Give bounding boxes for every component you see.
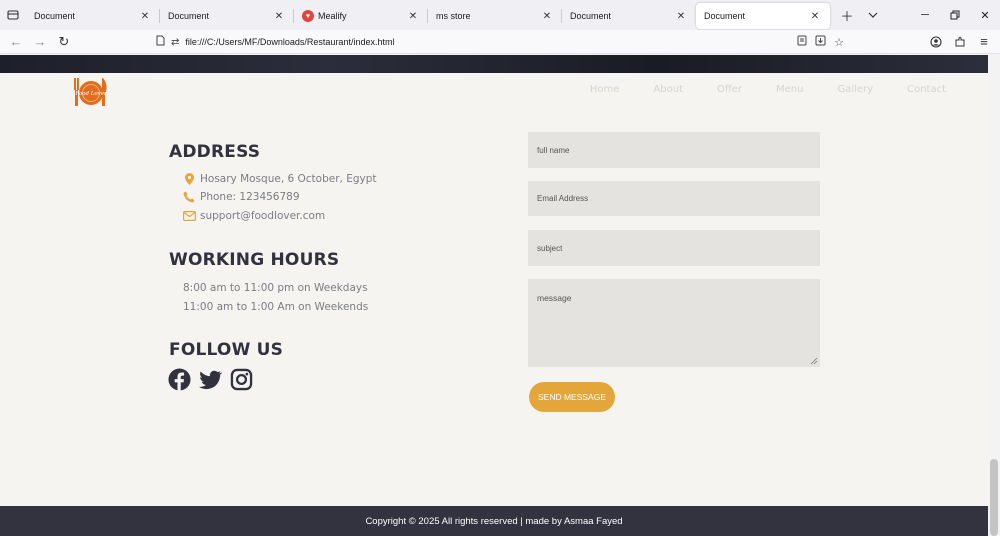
browser-tab[interactable]: Document ✕: [26, 3, 160, 29]
map-pin-icon: [182, 173, 196, 185]
site-nav: Home About Offer Menu Gallery Contact: [556, 84, 946, 95]
nav-link-home[interactable]: Home: [590, 84, 620, 95]
close-window-icon[interactable]: ✕: [970, 0, 1000, 30]
browser-tab-active[interactable]: Document ✕: [696, 3, 830, 29]
close-tab-icon[interactable]: ✕: [808, 11, 822, 22]
tab-title: Mealify: [318, 11, 347, 21]
extensions-icon[interactable]: [948, 30, 972, 54]
hero-image-strip: [0, 55, 988, 73]
social-links: [168, 368, 253, 391]
address-email-text[interactable]: support@foodlover.com: [200, 210, 325, 222]
address-location-text: Hosary Mosque, 6 October, Egypt: [200, 173, 377, 185]
address-title: ADDRESS: [169, 142, 261, 162]
email-input[interactable]: Email Address: [528, 181, 820, 216]
working-hours-title: WORKING HOURS: [169, 250, 340, 270]
phone-icon: [182, 191, 196, 203]
address-email: support@foodlover.com: [182, 210, 325, 222]
address-phone-text: Phone: 123456789: [200, 191, 300, 203]
close-tab-icon[interactable]: ✕: [674, 11, 688, 22]
browser-tab-bar: Document ✕ Document ✕ ♥ Mealify ✕ ms sto…: [0, 0, 1000, 30]
site-logo[interactable]: Food Lover: [72, 76, 110, 108]
download-page-icon[interactable]: [815, 35, 826, 49]
forward-icon[interactable]: →: [28, 30, 52, 54]
instagram-icon[interactable]: [230, 368, 253, 391]
chevron-down-icon[interactable]: [860, 0, 886, 30]
browser-nav-bar: ← → ↻ ⇄ file:///C:/Users/MF/Downloads/Re…: [0, 30, 1000, 54]
nav-link-offer[interactable]: Offer: [717, 84, 742, 95]
tab-list-icon[interactable]: [0, 0, 26, 30]
close-tab-icon[interactable]: ✕: [406, 11, 420, 22]
heart-icon: ♥: [302, 10, 314, 22]
url-bar[interactable]: ⇄ file:///C:/Users/MF/Downloads/Restaura…: [150, 32, 850, 52]
browser-tab[interactable]: Document ✕: [160, 3, 294, 29]
url-text[interactable]: file:///C:/Users/MF/Downloads/Restaurant…: [185, 37, 789, 47]
page-viewport: Food Lover Home About Offer Menu Gallery…: [0, 55, 988, 536]
resize-handle-icon[interactable]: [810, 357, 818, 365]
site-header: Food Lover Home About Offer Menu Gallery…: [0, 73, 988, 113]
nav-link-menu[interactable]: Menu: [776, 84, 803, 95]
bookmark-star-icon[interactable]: ☆: [834, 36, 844, 49]
weekday-hours: 8:00 am to 11:00 pm on Weekdays: [183, 282, 368, 294]
message-textarea[interactable]: message: [528, 279, 820, 367]
address-phone: Phone: 123456789: [182, 191, 300, 203]
copyright-text: Copyright © 2025 All rights reserved | m…: [365, 515, 623, 527]
minimize-icon[interactable]: ─: [910, 0, 940, 30]
tab-title: Document: [34, 11, 76, 21]
facebook-icon[interactable]: [168, 368, 191, 391]
back-icon[interactable]: ←: [4, 30, 28, 54]
menu-icon[interactable]: ≡: [972, 30, 996, 54]
browser-tab[interactable]: Document ✕: [562, 3, 696, 29]
restore-icon[interactable]: [940, 0, 970, 30]
browser-tab[interactable]: ♥ Mealify ✕: [294, 3, 428, 29]
permissions-icon[interactable]: ⇄: [171, 37, 179, 48]
subject-input[interactable]: subject: [528, 230, 820, 266]
tab-title: Document: [704, 11, 746, 21]
page-icon: [156, 35, 165, 49]
full-name-input[interactable]: full name: [528, 132, 820, 168]
site-footer: Copyright © 2025 All rights reserved | m…: [0, 506, 988, 536]
svg-text:Food Lover: Food Lover: [74, 91, 107, 97]
envelope-icon: [182, 211, 196, 221]
weekend-hours: 11:00 am to 1:00 Am on Weekends: [183, 301, 369, 313]
reload-icon[interactable]: ↻: [52, 30, 76, 54]
close-tab-icon[interactable]: ✕: [540, 11, 554, 22]
close-tab-icon[interactable]: ✕: [272, 11, 286, 22]
tab-title: ms store: [436, 11, 471, 21]
send-message-button[interactable]: SEND MESSAGE: [529, 382, 615, 412]
message-placeholder: message: [537, 293, 572, 303]
nav-link-gallery[interactable]: Gallery: [837, 84, 873, 95]
close-tab-icon[interactable]: ✕: [138, 11, 152, 22]
scrollbar-thumb[interactable]: [990, 459, 998, 536]
tab-title: Document: [168, 11, 210, 21]
nav-link-about[interactable]: About: [653, 84, 683, 95]
nav-link-contact[interactable]: Contact: [907, 84, 946, 95]
new-tab-icon[interactable]: ＋: [834, 0, 860, 30]
follow-us-title: FOLLOW US: [169, 340, 284, 360]
twitter-icon[interactable]: [199, 368, 223, 391]
browser-tab[interactable]: ms store ✕: [428, 3, 562, 29]
tab-title: Document: [570, 11, 612, 21]
reader-view-icon[interactable]: [797, 35, 807, 49]
address-location: Hosary Mosque, 6 October, Egypt: [182, 173, 377, 185]
page-scrollbar[interactable]: [988, 55, 1000, 536]
account-icon[interactable]: [924, 30, 948, 54]
